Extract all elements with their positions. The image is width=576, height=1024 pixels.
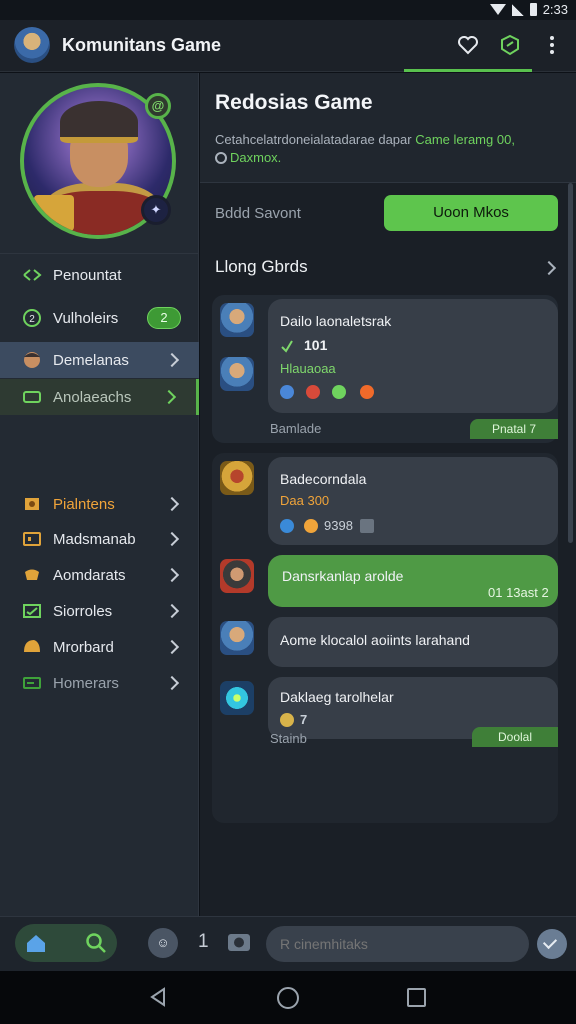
main-panel: Redosias Game Cetahcelatrdoneialatadarae…	[200, 73, 576, 916]
sidebar-item-penountat[interactable]: Penountat	[0, 257, 199, 293]
svg-text:2: 2	[29, 314, 35, 325]
avatar-icon	[24, 352, 40, 368]
sort-label[interactable]: Bddd Savont	[215, 205, 301, 222]
search-icon[interactable]	[85, 932, 107, 954]
puzzle-icon	[25, 498, 39, 510]
battery-icon	[529, 3, 537, 16]
gamepad-icon	[25, 569, 39, 580]
join-button[interactable]: Uoon Mkos	[384, 195, 558, 231]
active-tab-indicator	[404, 69, 532, 72]
app-header: Komunitans Game	[0, 20, 576, 72]
user-avatar[interactable]	[220, 357, 254, 391]
chat-icon[interactable]	[498, 33, 522, 57]
send-button[interactable]	[537, 929, 567, 959]
feed-card: Dailo laonaletsrak 101 Hlauaoaa Bamlade …	[212, 295, 558, 443]
level-badge-icon: @	[145, 93, 171, 119]
sidebar: @ ✦ Penountat 2 Vulholeirs 2 Demelanas A…	[0, 73, 199, 916]
community-logo	[14, 27, 50, 63]
home-circle-icon[interactable]	[277, 987, 299, 1009]
tag-chip[interactable]: Doolal	[472, 727, 558, 747]
user-avatar[interactable]	[220, 559, 254, 593]
sidebar-item-anolaeachs[interactable]: Anolaeachs	[0, 379, 199, 415]
message-bubble[interactable]: Aome klocalol aoiints larahand	[268, 617, 558, 667]
sidebar-item-demelanas[interactable]: Demelanas	[0, 342, 199, 378]
info-icon	[215, 152, 227, 164]
recents-icon[interactable]	[407, 988, 426, 1007]
message-input[interactable]	[266, 926, 529, 962]
section-title: Llong Gbrds	[215, 257, 308, 276]
emoji-button[interactable]: ☺	[148, 928, 178, 958]
message-bubble[interactable]: Badecorndala Daa 300 9398	[268, 457, 558, 545]
sidebar-item-madsmanab[interactable]: Madsmanab	[0, 521, 199, 557]
emoji-icon	[280, 385, 294, 399]
home-icon[interactable]	[25, 932, 47, 954]
status-bar: 2:33	[0, 0, 576, 20]
sidebar-item-homerars[interactable]: Homerars	[0, 665, 199, 701]
emoji-icon	[332, 385, 346, 399]
chevron-right-icon	[164, 352, 180, 368]
user-avatar[interactable]	[220, 461, 254, 495]
box-icon	[23, 532, 41, 546]
check-icon	[542, 934, 558, 950]
check-icon	[281, 340, 293, 353]
chevron-right-icon[interactable]	[541, 260, 557, 276]
more-icon[interactable]	[540, 33, 564, 57]
user-avatar[interactable]	[220, 681, 254, 715]
helmet-icon	[24, 640, 40, 652]
game-header: Redosias Game Cetahcelatrdoneialatadarae…	[200, 73, 576, 183]
chevron-right-icon	[164, 531, 180, 547]
chevron-right-icon	[164, 639, 180, 655]
emoji-icon	[280, 519, 294, 533]
game-description: Cetahcelatrdoneialatadarae dapar Came le…	[215, 132, 515, 165]
system-nav-bar	[0, 971, 576, 1024]
message-bubble[interactable]: Dansrkanlap arolde 01 13ast 2	[268, 555, 558, 607]
sidebar-item-vulholeirs[interactable]: 2 Vulholeirs 2	[0, 300, 199, 336]
feed-card: Badecorndala Daa 300 9398 Dansrkanlap ar…	[212, 453, 558, 823]
sidebar-item-siorroles[interactable]: Siorroles	[0, 593, 199, 629]
sidebar-item-mrorbard[interactable]: Mrorbard	[0, 629, 199, 665]
emoji-icon	[280, 713, 294, 727]
emoji-icon	[304, 519, 318, 533]
scrollbar[interactable]	[568, 183, 573, 543]
emoji-icon	[360, 385, 374, 399]
page-title: Redosias Game	[215, 91, 373, 114]
composer-bar: ☺ 1	[0, 916, 576, 971]
user-avatar[interactable]	[220, 621, 254, 655]
sidebar-item-aomdarats[interactable]: Aomdarats	[0, 557, 199, 593]
chevron-right-icon	[164, 675, 180, 691]
back-icon[interactable]	[148, 987, 168, 1007]
attachment-count: 1	[198, 931, 209, 952]
badge-icon: 2	[23, 309, 41, 327]
share-icon	[23, 269, 42, 281]
app-title: Komunitans Game	[62, 35, 222, 55]
nav-pill	[15, 924, 117, 962]
user-avatar[interactable]	[220, 303, 254, 337]
message-bubble[interactable]: Dailo laonaletsrak 101 Hlauaoaa	[268, 299, 558, 413]
heart-icon[interactable]	[456, 33, 480, 57]
chevron-right-icon	[161, 389, 177, 405]
clock: 2:33	[542, 2, 568, 17]
image-icon	[360, 519, 374, 533]
tag-chip[interactable]: Pnatal 7	[470, 419, 558, 439]
ticket-icon	[23, 391, 41, 403]
chevron-right-icon	[164, 603, 180, 619]
camera-icon[interactable]	[226, 930, 252, 954]
signal-icon	[511, 3, 524, 16]
emoji-icon	[306, 385, 320, 399]
card-icon	[23, 677, 41, 689]
count-badge: 2	[147, 307, 181, 329]
mail-icon	[23, 604, 41, 618]
chevron-right-icon	[164, 496, 180, 512]
rank-badge-icon: ✦	[141, 195, 171, 225]
sidebar-item-pialntens[interactable]: Pialntens	[0, 486, 199, 522]
wifi-icon	[489, 4, 506, 15]
chevron-right-icon	[164, 567, 180, 583]
